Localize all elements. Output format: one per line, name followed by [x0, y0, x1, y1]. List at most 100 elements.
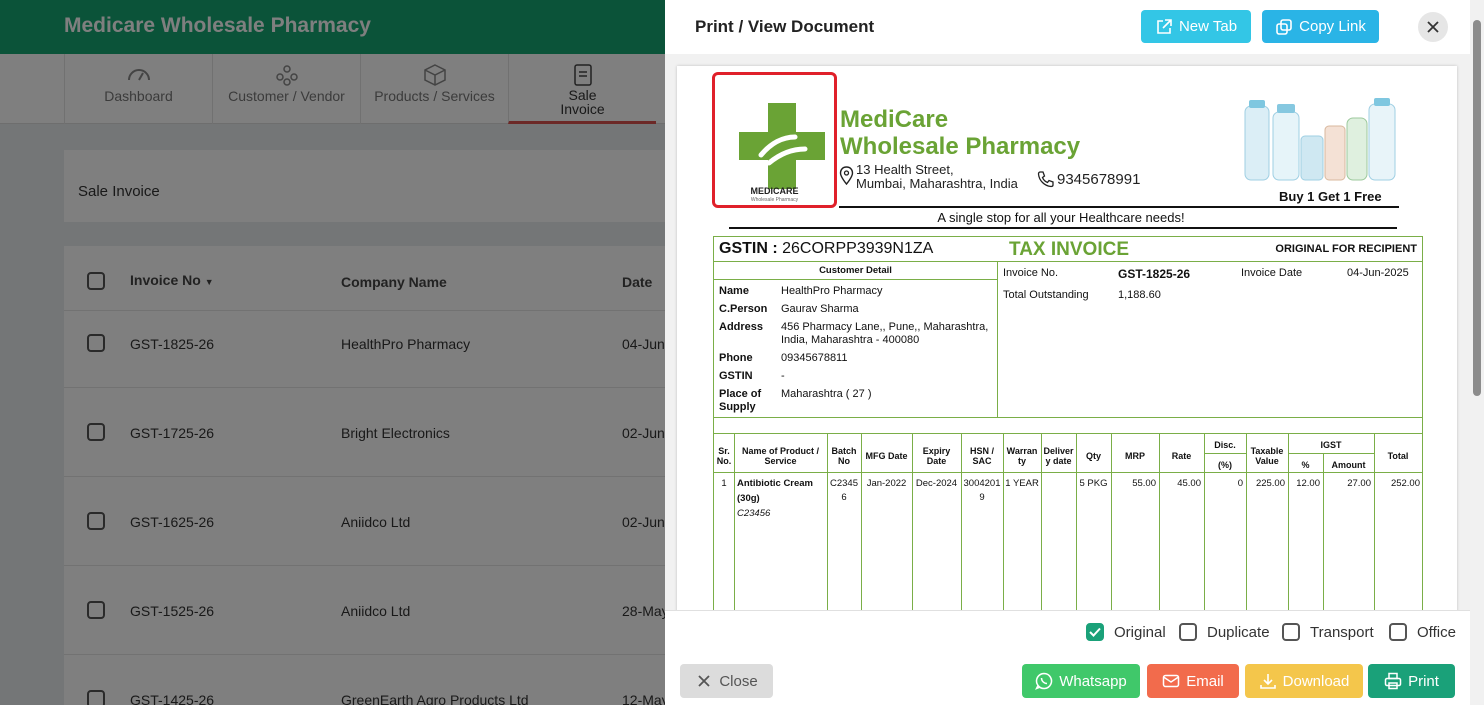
- email-label: Email: [1186, 672, 1224, 690]
- option-duplicate[interactable]: Duplicate: [1179, 623, 1270, 641]
- download-icon: [1259, 674, 1276, 689]
- close-x-button[interactable]: [1418, 12, 1448, 42]
- item-mfg: Jan-2022: [866, 478, 907, 489]
- col-disc: Disc.: [1214, 440, 1236, 450]
- address-line1: 13 Health Street,: [856, 162, 954, 177]
- seller-gstin: GSTIN : 26CORPP3939N1ZA: [719, 240, 933, 258]
- option-transport[interactable]: Transport: [1282, 623, 1374, 641]
- close-icon: [1427, 21, 1439, 33]
- item-rate: 45.00: [1177, 478, 1201, 489]
- col-rate: Rate: [1171, 451, 1192, 461]
- outstanding-label: Total Outstanding: [1003, 289, 1089, 301]
- customer-gstin-label: GSTIN: [719, 370, 753, 382]
- col-expiry-line1: Expiry: [922, 446, 951, 456]
- grid-line: [714, 261, 1422, 262]
- address-line2: Mumbai, Maharashtra, India: [856, 176, 1018, 191]
- close-button[interactable]: Close: [680, 664, 773, 698]
- tax-invoice-title: TAX INVOICE: [1009, 239, 1129, 260]
- copy-link-button[interactable]: Copy Link: [1262, 10, 1379, 43]
- new-tab-button[interactable]: New Tab: [1141, 10, 1251, 43]
- tagline-divider: [729, 227, 1397, 229]
- col-sr: Sr. No.: [714, 446, 734, 466]
- col-delivery: Deliver y date: [1041, 446, 1076, 466]
- company-logo: MEDICARE Wholesale Pharmacy: [712, 72, 837, 208]
- col-batch-line1: Batch: [831, 446, 857, 456]
- footer-divider: [665, 610, 1470, 611]
- print-button[interactable]: Print: [1368, 664, 1455, 698]
- whatsapp-label: Whatsapp: [1059, 672, 1127, 690]
- item-name-line2: (30g): [737, 493, 760, 504]
- logo-subtext: Wholesale Pharmacy: [750, 197, 799, 203]
- option-original[interactable]: Original: [1086, 623, 1166, 641]
- col-taxable: Taxable Value: [1246, 446, 1288, 466]
- phone-label: Phone: [719, 352, 753, 364]
- invoice-body: GSTIN : 26CORPP3939N1ZA TAX INVOICE ORIG…: [713, 236, 1423, 610]
- close-label: Close: [719, 672, 758, 690]
- transport-checkbox[interactable]: [1282, 623, 1300, 641]
- customer-gstin: -: [781, 370, 785, 382]
- col-product-line2: Service: [764, 456, 797, 466]
- office-checkbox[interactable]: [1389, 623, 1407, 641]
- place-of-supply-label-2: Supply: [719, 401, 756, 413]
- customer-address-line2: India, Maharashtra - 400080: [781, 334, 920, 346]
- original-label: Original: [1114, 623, 1166, 641]
- option-office[interactable]: Office: [1389, 623, 1456, 641]
- invoice-no-value: GST-1825-26: [1118, 267, 1191, 281]
- close-icon: [698, 675, 710, 687]
- invoice-paper: MEDICARE Wholesale Pharmacy MediCare Who…: [677, 66, 1457, 610]
- print-view-panel: Print / View Document New Tab Copy Link …: [665, 0, 1484, 705]
- document-preview[interactable]: MEDICARE Wholesale Pharmacy MediCare Who…: [665, 54, 1470, 610]
- download-button[interactable]: Download: [1245, 664, 1363, 698]
- header-divider: [839, 206, 1399, 208]
- envelope-icon: [1162, 674, 1180, 688]
- invoice-no-label: Invoice No.: [1003, 267, 1059, 279]
- address-label: Address: [719, 321, 764, 333]
- col-warranty-line1: Warran: [1006, 446, 1038, 456]
- gstin-value: 26CORPP3939N1ZA: [782, 240, 934, 257]
- item-sr: 1: [721, 478, 727, 489]
- item-taxable: 225.00: [1255, 478, 1285, 489]
- location-pin-icon: [839, 166, 854, 186]
- duplicate-checkbox[interactable]: [1179, 623, 1197, 641]
- item-igst-amount: 27.00: [1347, 478, 1371, 489]
- company-address: 13 Health Street, Mumbai, Maharashtra, I…: [856, 163, 1018, 191]
- col-expiry-line2: Date: [926, 456, 947, 466]
- item-igst-pct: 12.00: [1296, 478, 1320, 489]
- place-of-supply: Maharashtra ( 27 ): [781, 388, 872, 400]
- scrollbar-thumb[interactable]: [1473, 20, 1481, 396]
- col-hsn-line1: HSN /: [969, 446, 994, 456]
- cperson-value: Gaurav Sharma: [781, 303, 859, 315]
- col-taxable-line1: Taxable: [1250, 446, 1284, 456]
- col-hsn-line2: SAC: [972, 456, 992, 466]
- external-link-icon: [1157, 18, 1172, 34]
- item-batch-line2: 6: [841, 492, 847, 503]
- item-hsn-line1: 3004201: [963, 478, 1001, 489]
- item-mrp: 55.00: [1132, 478, 1156, 489]
- col-sr-line1: Sr.: [718, 446, 730, 456]
- printer-icon: [1384, 672, 1402, 690]
- customer-detail-title: Customer Detail: [819, 265, 892, 276]
- item-name-line1: Antibiotic Cream: [737, 478, 814, 489]
- grid-line: [997, 261, 998, 417]
- col-product: Name of Product / Service: [734, 446, 827, 466]
- item-qty: 5 PKG: [1079, 478, 1108, 489]
- grid-line: [1204, 453, 1246, 454]
- col-warranty: Warran ty: [1003, 446, 1041, 466]
- logo-text: MEDICARE: [750, 186, 799, 196]
- transport-label: Transport: [1310, 623, 1374, 641]
- grid-line: [714, 472, 1422, 473]
- print-label: Print: [1408, 672, 1439, 690]
- col-mfg: MFG Date: [865, 451, 908, 461]
- col-batch: Batch No: [827, 446, 861, 466]
- grid-line: [714, 433, 1422, 434]
- col-mrp: MRP: [1125, 451, 1145, 461]
- item-hsn-line2: 9: [979, 492, 985, 503]
- email-button[interactable]: Email: [1147, 664, 1239, 698]
- col-delivery-line2: y date: [1045, 456, 1072, 466]
- whatsapp-button[interactable]: Whatsapp: [1022, 664, 1140, 698]
- medical-cross-logo-icon: [739, 103, 825, 189]
- col-qty: Qty: [1085, 451, 1101, 461]
- col-igst: IGST: [1320, 440, 1342, 450]
- product-bottles-image: [1244, 98, 1396, 181]
- original-checkbox[interactable]: [1086, 623, 1104, 641]
